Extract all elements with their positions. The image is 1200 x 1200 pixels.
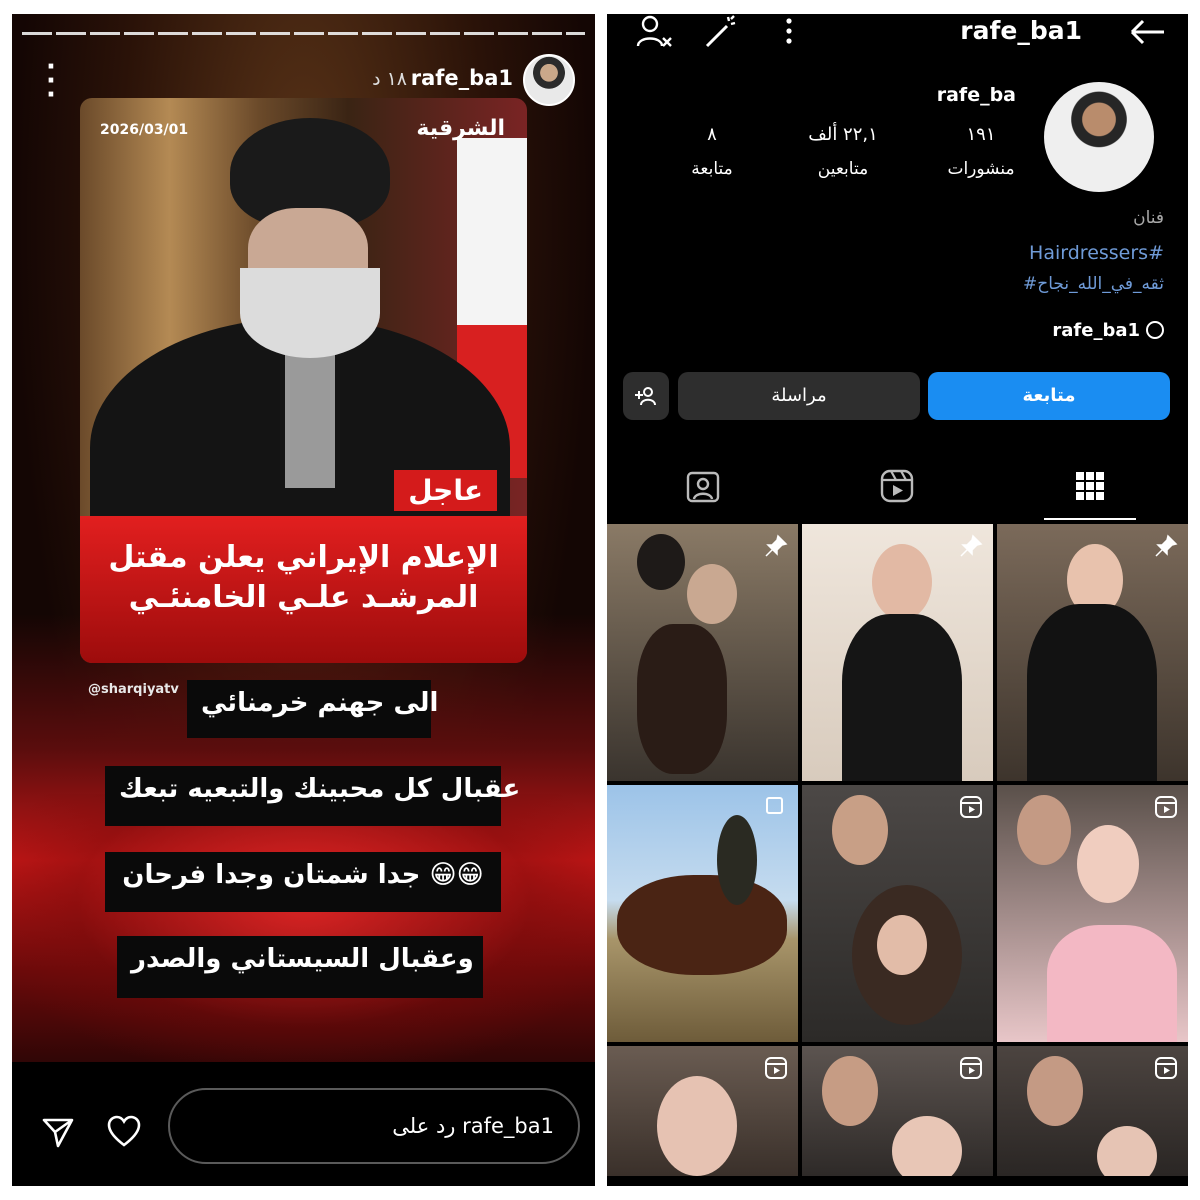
photo-horse bbox=[617, 875, 787, 975]
stat-posts[interactable]: ١٩١ منشورات bbox=[946, 124, 1016, 179]
profile-name: rafe_ba bbox=[936, 84, 1016, 106]
photo-figure bbox=[637, 534, 685, 590]
stat-number: ١٩١ bbox=[966, 124, 996, 145]
more-options-icon[interactable] bbox=[769, 14, 809, 50]
send-icon[interactable] bbox=[40, 1114, 76, 1150]
reel-icon bbox=[765, 1057, 787, 1079]
magic-wand-icon[interactable] bbox=[701, 14, 741, 50]
story-footer: رد على rafe_ba1 bbox=[12, 1062, 595, 1186]
reel-icon bbox=[1155, 1057, 1177, 1079]
stat-followers[interactable]: ٢٢,١ ألف متابعين bbox=[798, 124, 888, 179]
active-tab-indicator bbox=[1044, 518, 1136, 520]
post-thumbnail[interactable] bbox=[997, 1046, 1188, 1176]
reply-input[interactable]: رد على rafe_ba1 bbox=[168, 1088, 580, 1164]
profile-title: rafe_ba1 bbox=[960, 16, 1082, 45]
screenshot-collage: rafe_ba1 ١٨ د · · · 2026/03/01 الشرقية عاج… bbox=[0, 0, 1200, 1200]
channel-logo: الشرقية bbox=[416, 116, 505, 141]
stat-following[interactable]: ٨ متابعة bbox=[682, 124, 742, 179]
post-thumbnail[interactable] bbox=[607, 785, 798, 1042]
suggest-users-button[interactable] bbox=[623, 372, 669, 420]
source-handle: @sharqiyatv bbox=[88, 682, 179, 697]
post-thumbnail[interactable] bbox=[997, 524, 1188, 781]
tagged-tab-icon[interactable] bbox=[685, 468, 721, 504]
photo-dress bbox=[1027, 604, 1157, 781]
post-thumbnail[interactable] bbox=[607, 1046, 798, 1176]
stat-number: ٢٢,١ ألف bbox=[808, 124, 878, 145]
photo-figure bbox=[687, 564, 737, 624]
bio-hashtag[interactable]: #ثقه_في_الله_نجاح bbox=[1023, 274, 1164, 294]
story-caption: وعقبال السيستاني والصدر bbox=[117, 936, 483, 998]
reels-tab-icon[interactable] bbox=[879, 468, 915, 504]
heart-icon[interactable] bbox=[106, 1114, 142, 1150]
post-thumbnail[interactable] bbox=[802, 1046, 993, 1176]
photo-figure bbox=[1077, 825, 1139, 903]
photo-figure bbox=[1027, 1056, 1083, 1126]
post-thumbnail[interactable] bbox=[607, 524, 798, 781]
story-username[interactable]: rafe_ba1 bbox=[411, 66, 513, 90]
story-caption: جدا شمتان وجدا فرحان 😁😁 bbox=[105, 852, 501, 912]
headline-line-1: الإعلام الإيراني يعلن مقتل bbox=[108, 540, 499, 575]
story-time: ١٨ د bbox=[372, 68, 407, 90]
news-card-image: 2026/03/01 الشرقية عاجل الإعلام الإيراني… bbox=[80, 98, 527, 663]
photo-figure bbox=[892, 1116, 962, 1176]
photo-dress bbox=[1047, 925, 1177, 1042]
profile-category: فنان bbox=[1133, 208, 1164, 228]
post-thumbnail[interactable] bbox=[802, 524, 993, 781]
story-viewer: rafe_ba1 ١٨ د · · · 2026/03/01 الشرقية عاج… bbox=[12, 14, 595, 1186]
stat-label: منشورات bbox=[947, 159, 1015, 179]
back-arrow-icon[interactable] bbox=[1128, 18, 1168, 46]
reply-placeholder: رد على rafe_ba1 bbox=[392, 1114, 554, 1138]
post-thumbnail[interactable] bbox=[802, 785, 993, 1042]
headline-line-2: المرشـد علـي الخامنئـي bbox=[128, 580, 479, 615]
story-background-glow bbox=[12, 794, 595, 1062]
story-caption: الى جهنم خرمنائي bbox=[187, 680, 438, 738]
photo-figure bbox=[1097, 1126, 1157, 1176]
story-progress-bar bbox=[22, 32, 585, 35]
follow-button[interactable]: متابعة bbox=[928, 372, 1170, 420]
figure-beard bbox=[240, 268, 380, 358]
news-headline: الإعلام الإيراني يعلن مقتل المرشـد علـي … bbox=[80, 538, 527, 618]
threads-icon bbox=[1146, 321, 1164, 339]
add-user-icon bbox=[635, 387, 656, 406]
pin-icon bbox=[960, 534, 983, 557]
story-caption: عقبال كل محبينك والتبعيه تبعك bbox=[105, 766, 520, 826]
photo-hair bbox=[637, 624, 727, 774]
photo-dress bbox=[842, 614, 962, 781]
reel-icon bbox=[1155, 796, 1177, 818]
bio-hashtag[interactable]: Hairdressers# bbox=[1029, 242, 1164, 264]
photo-rider bbox=[717, 815, 757, 905]
photo-figure bbox=[872, 544, 932, 620]
more-options-icon[interactable]: · · · bbox=[44, 54, 58, 108]
photo-figure bbox=[877, 915, 927, 975]
threads-link[interactable]: rafe_ba1 bbox=[1052, 320, 1164, 341]
story-avatar[interactable] bbox=[523, 54, 575, 106]
profile-screen: rafe_ba1 rafe_ba ١٩١ منشورات ٢٢,١ ألف مت… bbox=[607, 14, 1188, 1186]
stat-label: متابعين bbox=[817, 159, 869, 179]
stat-number: ٨ bbox=[707, 124, 717, 145]
message-button[interactable]: مراسلة bbox=[678, 372, 920, 420]
carousel-icon bbox=[766, 797, 783, 814]
reel-icon bbox=[960, 1057, 982, 1079]
photo-figure bbox=[1017, 795, 1071, 865]
remove-user-icon[interactable] bbox=[635, 14, 675, 50]
pin-icon bbox=[765, 534, 788, 557]
breaking-tag: عاجل bbox=[394, 470, 497, 511]
photo-figure bbox=[832, 795, 888, 865]
news-date: 2026/03/01 bbox=[100, 122, 189, 138]
stat-label: متابعة bbox=[691, 159, 733, 179]
pin-icon bbox=[1155, 534, 1178, 557]
grid-tab-icon[interactable] bbox=[1072, 468, 1108, 504]
post-thumbnail[interactable] bbox=[997, 785, 1188, 1042]
profile-avatar[interactable] bbox=[1044, 82, 1154, 192]
photo-figure bbox=[657, 1076, 737, 1176]
reel-icon bbox=[960, 796, 982, 818]
threads-username: rafe_ba1 bbox=[1052, 320, 1140, 341]
photo-figure bbox=[822, 1056, 878, 1126]
